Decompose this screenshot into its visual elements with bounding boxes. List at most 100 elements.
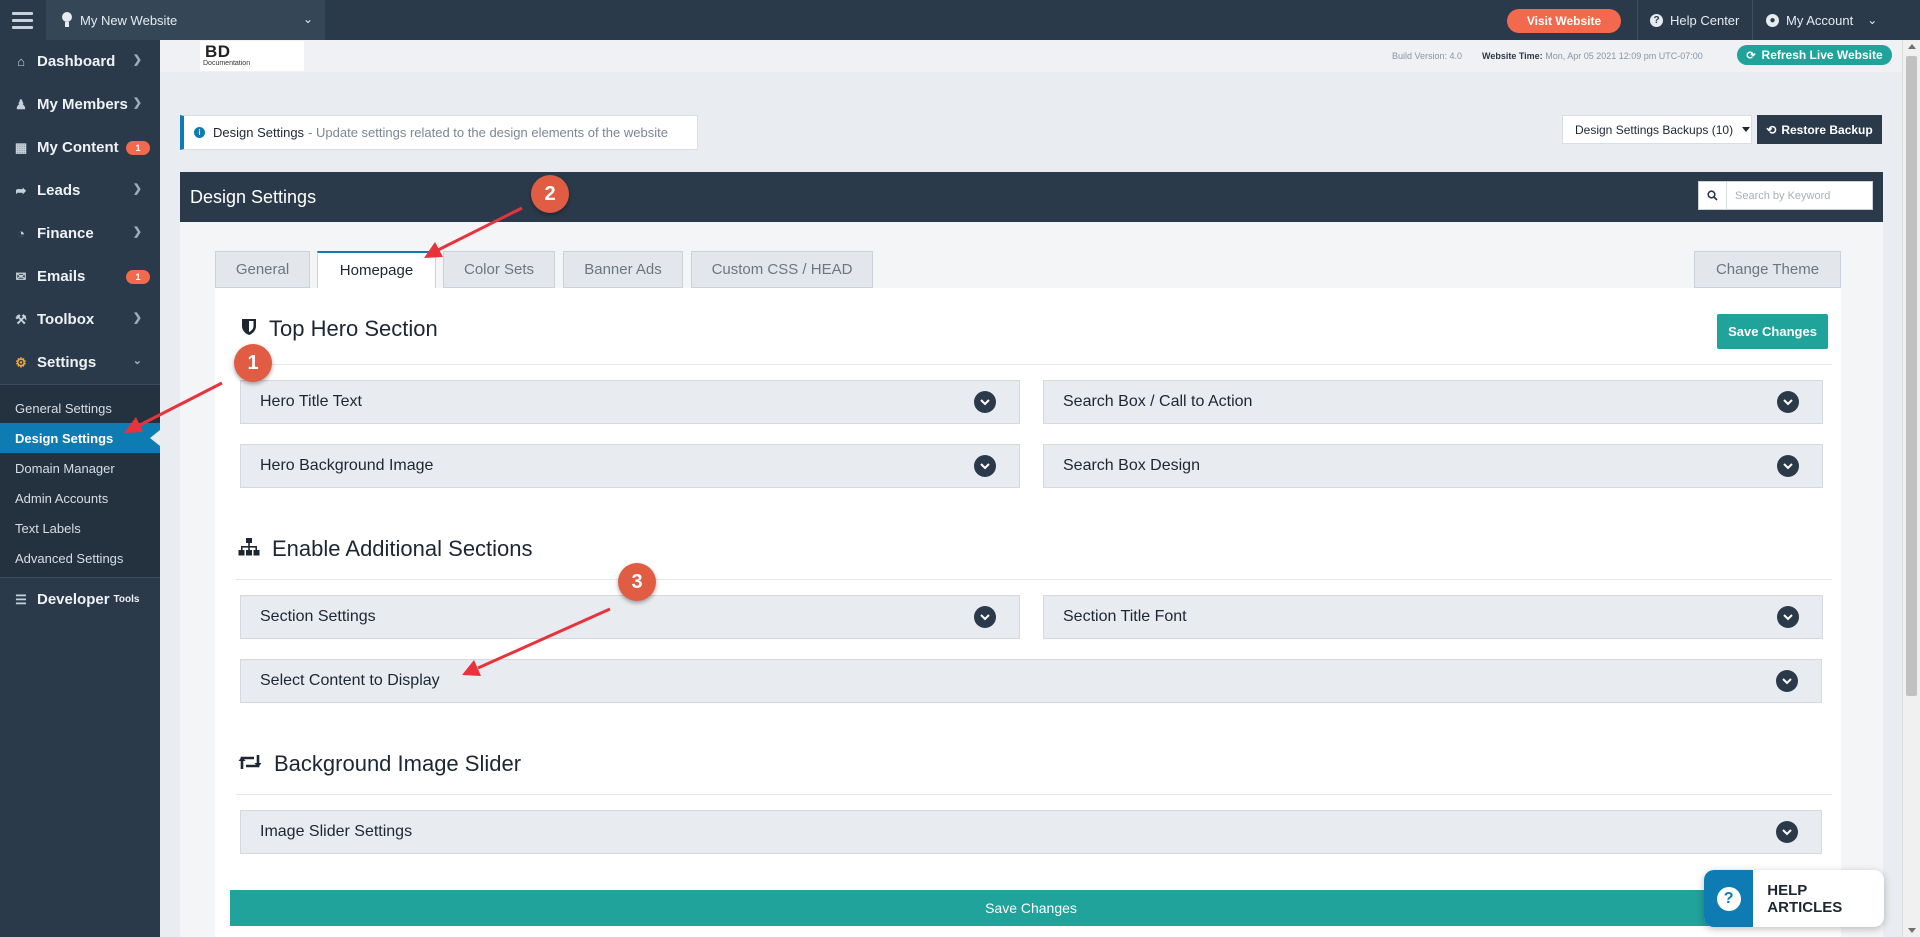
accordion-image-slider-settings[interactable]: Image Slider Settings	[240, 810, 1822, 854]
accordion-hero-background-image[interactable]: Hero Background Image	[240, 444, 1020, 488]
save-changes-bottom-button[interactable]: Save Changes	[230, 890, 1832, 926]
submenu-item-domain-manager[interactable]: Domain Manager	[0, 453, 160, 483]
section-title: Enable Additional Sections	[272, 536, 533, 561]
keyword-search	[1698, 181, 1873, 210]
sidebar-item-settings[interactable]: ⚙ Settings ⌄	[0, 341, 160, 384]
chevron-down-circle-icon	[1777, 391, 1799, 413]
accordion-search-box-design[interactable]: Search Box Design	[1043, 444, 1823, 488]
design-settings-backups-dropdown[interactable]: Design Settings Backups (10)	[1562, 115, 1752, 144]
chevron-right-icon: ❯	[132, 312, 142, 324]
accordion-select-content-to-display[interactable]: Select Content to Display	[240, 659, 1822, 703]
chevron-down-icon: ⌄	[302, 12, 313, 26]
accordion-hero-title-text[interactable]: Hero Title Text	[240, 380, 1020, 424]
sidebar-item-leads[interactable]: ➦ Leads ❯	[0, 169, 160, 212]
sliders-icon: ☰	[15, 591, 27, 607]
sidebar-item-label: Settings	[37, 354, 97, 371]
help-center-label: Help Center	[1670, 12, 1740, 28]
chevron-right-icon: ❯	[132, 183, 142, 195]
chevron-down-circle-icon	[1777, 606, 1799, 628]
refresh-live-website-button[interactable]: ⟳ Refresh Live Website	[1737, 45, 1892, 65]
refresh-icon: ⟳	[1746, 49, 1756, 62]
chevron-down-circle-icon	[1776, 670, 1798, 692]
inbox-icon: ✉	[15, 268, 27, 284]
sidebar-item-dashboard[interactable]: ⌂ Dashboard ❯	[0, 40, 160, 83]
submenu-item-general-settings[interactable]: General Settings	[0, 393, 160, 423]
chevron-down-icon: ⌄	[132, 355, 142, 367]
accordion-search-box-call-to-action[interactable]: Search Box / Call to Action	[1043, 380, 1823, 424]
accordion-label: Hero Title Text	[260, 393, 362, 410]
scroll-up-arrow-icon[interactable]	[1908, 44, 1916, 49]
chevron-right-icon: ❯	[132, 54, 142, 66]
sidebar-item-developer-tools[interactable]: ☰ Developer Tools	[0, 578, 160, 621]
hamburger-menu-icon[interactable]	[0, 0, 44, 40]
accordion-section-title-font[interactable]: Section Title Font	[1043, 595, 1823, 639]
divider	[1752, 0, 1753, 40]
visit-website-button[interactable]: Visit Website	[1507, 9, 1621, 33]
change-theme-button[interactable]: Change Theme	[1694, 251, 1841, 288]
my-account-menu[interactable]: ● My Account ⌄	[1766, 0, 1877, 40]
divider	[236, 579, 1832, 580]
sidebar-item-label: My Members	[37, 96, 128, 113]
sitemap-icon	[238, 536, 260, 562]
accordion-label: Section Title Font	[1063, 608, 1187, 625]
info-bar: i Design Settings - Update settings rela…	[180, 115, 698, 150]
submenu-item-design-settings[interactable]: Design Settings	[0, 423, 160, 453]
chevron-down-icon: ⌄	[1867, 13, 1878, 27]
section-title: Top Hero Section	[269, 316, 438, 341]
accordion-label: Search Box / Call to Action	[1063, 393, 1253, 410]
accordion-label: Section Settings	[260, 608, 376, 625]
sidebar-item-label: Toolbox	[37, 311, 95, 328]
sidebar-item-finance[interactable]: ◔ Finance ❯	[0, 212, 160, 255]
shield-icon	[241, 316, 257, 342]
share-icon: ➦	[15, 182, 27, 198]
restore-backup-button[interactable]: ⟲ Restore Backup	[1757, 115, 1882, 144]
submenu-item-text-labels[interactable]: Text Labels	[0, 513, 160, 543]
gear-icon: ⚙	[15, 354, 27, 370]
tab-general[interactable]: General	[215, 251, 310, 288]
website-selector[interactable]: My New Website ⌄	[46, 0, 325, 40]
submenu-item-advanced-settings[interactable]: Advanced Settings	[0, 543, 160, 573]
divider	[236, 794, 1832, 795]
sidebar-item-label: Leads	[37, 182, 81, 199]
search-icon	[1699, 182, 1727, 209]
submenu-item-admin-accounts[interactable]: Admin Accounts	[0, 483, 160, 513]
help-articles-widget[interactable]: ? HELP ARTICLES	[1704, 870, 1884, 927]
chevron-right-icon: ❯	[132, 226, 142, 238]
accordion-label: Search Box Design	[1063, 457, 1200, 474]
website-time-value: Mon, Apr 05 2021 12:09 pm UTC-07:00	[1545, 51, 1703, 61]
sidebar-item-my-content[interactable]: ▦ My Content 1	[0, 126, 160, 169]
retweet-icon	[238, 751, 262, 777]
tab-custom-css-head[interactable]: Custom CSS / HEAD	[691, 251, 873, 288]
user-circle-icon: ●	[1766, 13, 1779, 27]
scroll-thumb[interactable]	[1906, 56, 1917, 696]
accordion-section-settings[interactable]: Section Settings	[240, 595, 1020, 639]
website-time: Website Time: Mon, Apr 05 2021 12:09 pm …	[1482, 51, 1703, 61]
help-center-link[interactable]: ? Help Center	[1650, 0, 1739, 40]
sidebar-item-emails[interactable]: ✉ Emails 1	[0, 255, 160, 298]
section-heading-additional-sections: Enable Additional Sections	[238, 536, 533, 562]
scroll-down-arrow-icon[interactable]	[1908, 928, 1916, 933]
settings-submenu: General Settings Design Settings Domain …	[0, 384, 160, 578]
users-icon: ♟	[15, 96, 27, 112]
build-version: Build Version: 4.0	[1392, 51, 1463, 61]
search-input[interactable]	[1727, 189, 1867, 202]
sidebar-item-sublabel: Tools	[113, 594, 140, 605]
annotation-marker-2: 2	[531, 175, 569, 213]
section-heading-top-hero: Top Hero Section	[241, 316, 438, 342]
caret-down-icon	[1742, 127, 1751, 132]
design-settings-panel-header: Design Settings	[180, 172, 1883, 222]
sidebar-item-my-members[interactable]: ♟ My Members ❯	[0, 83, 160, 126]
page-scrollbar[interactable]	[1902, 40, 1920, 937]
panel-title: Design Settings	[190, 187, 317, 207]
chevron-down-circle-icon	[974, 606, 996, 628]
tab-color-sets[interactable]: Color Sets	[443, 251, 555, 288]
annotation-marker-1: 1	[234, 344, 272, 382]
sidebar-item-toolbox[interactable]: ⚒ Toolbox ❯	[0, 298, 160, 341]
save-changes-button[interactable]: Save Changes	[1717, 314, 1828, 349]
tab-homepage[interactable]: Homepage	[317, 251, 436, 289]
info-bar-description: - Update settings related to the design …	[308, 125, 668, 140]
history-icon: ⟲	[1766, 122, 1777, 137]
website-time-label: Website Time:	[1482, 51, 1543, 61]
chevron-down-circle-icon	[1777, 455, 1799, 477]
tab-banner-ads[interactable]: Banner Ads	[563, 251, 683, 288]
